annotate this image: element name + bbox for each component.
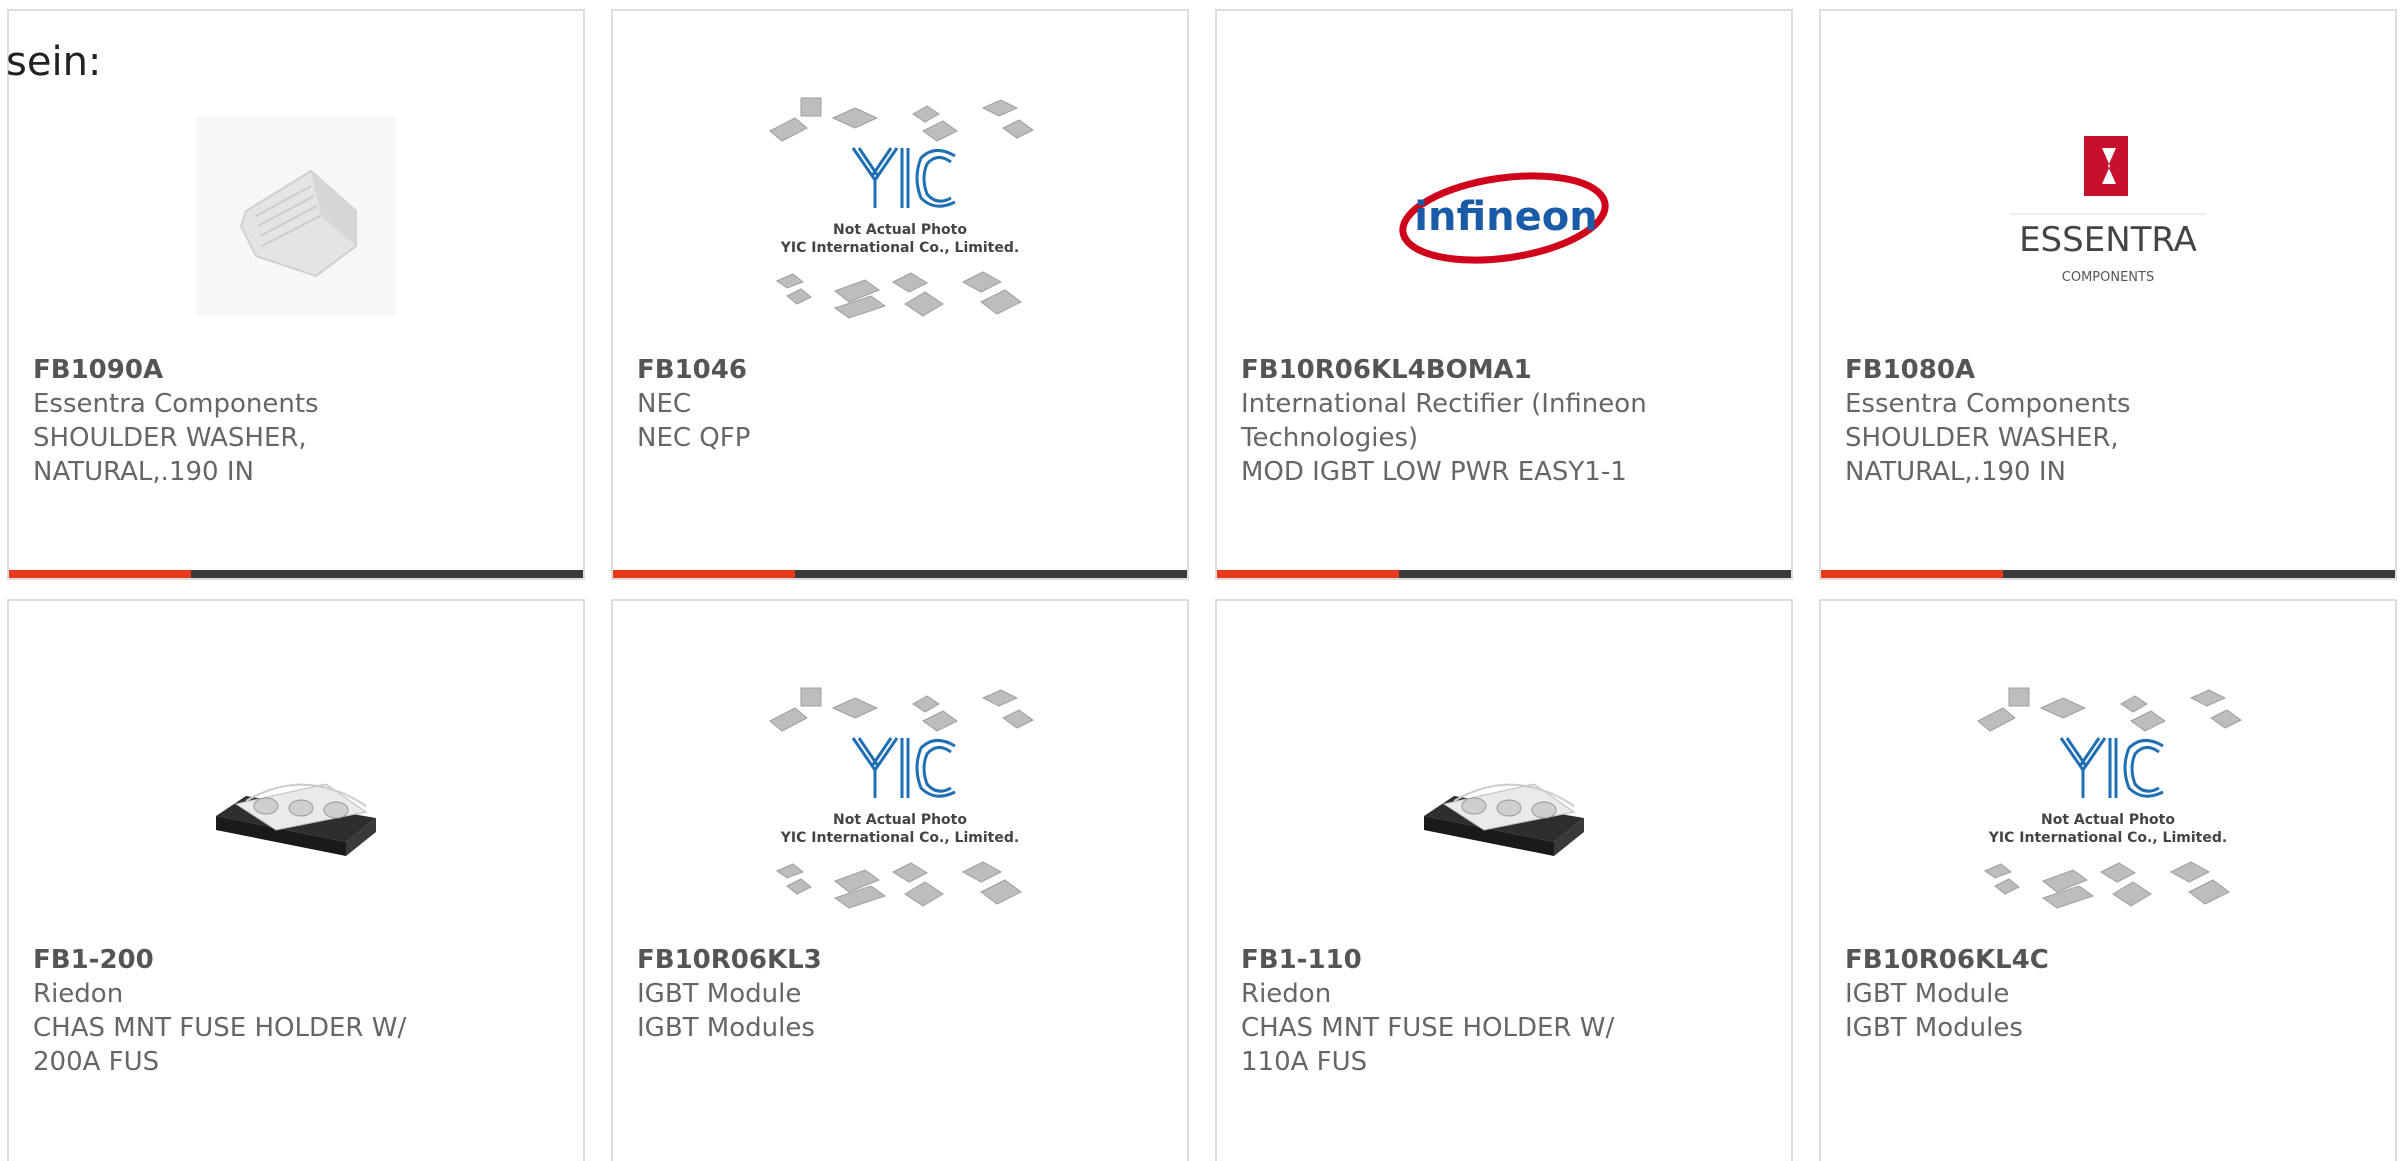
manufacturer: Riedon [33, 979, 124, 1009]
description-line-2: 200A FUS [33, 1047, 160, 1077]
fuse-holder-photo-icon [1424, 783, 1584, 856]
product-card-fb10r06kl3[interactable]: Not Actual Photo YIC International Co., … [611, 599, 1189, 1161]
product-image[interactable]: Not Actual Photo YIC International Co., … [1821, 671, 2395, 941]
washer-photo-icon [196, 116, 396, 316]
placeholder-text-1: Not Actual Photo [2041, 812, 2175, 828]
description-line-1: SHOULDER WASHER, [33, 423, 307, 453]
product-info: FB10R06KL4BOMA1 International Rectifier … [1241, 353, 1671, 489]
chip-placeholder-icon: Not Actual Photo YIC International Co., … [769, 687, 1034, 909]
product-card-fb10r06kl4c[interactable]: Not Actual Photo YIC International Co., … [1819, 599, 2397, 1161]
yic-placeholder-image: Not Actual Photo YIC International Co., … [1973, 686, 2243, 926]
placeholder-text-1: Not Actual Photo [833, 222, 967, 238]
card-accent-bar [1821, 570, 2003, 578]
part-number[interactable]: FB10R06KL3 [637, 943, 1067, 977]
product-info: FB1090A Essentra Components SHOULDER WAS… [33, 353, 463, 489]
manufacturer: IGBT Module [1845, 979, 2010, 1009]
part-number[interactable]: FB10R06KL4C [1845, 943, 2275, 977]
product-image[interactable]: infineon [1217, 81, 1791, 351]
essentra-logo-text: ESSENTRA [2019, 220, 2197, 260]
product-info: FB1-110 Riedon CHAS MNT FUSE HOLDER W/ 1… [1241, 943, 1671, 1079]
manufacturer: Essentra Components [1845, 389, 2131, 419]
placeholder-text-1: Not Actual Photo [833, 812, 967, 828]
product-info: FB10R06KL3 IGBT Module IGBT Modules [637, 943, 1067, 1045]
product-info: FB1046 NEC NEC QFP [637, 353, 1067, 455]
placeholder-text-2: YIC International Co., Limited. [1988, 830, 2227, 846]
description-line-1: NEC QFP [637, 423, 751, 453]
product-card-fb1-200[interactable]: FB1-200 Riedon CHAS MNT FUSE HOLDER W/ 2… [7, 599, 585, 1161]
product-card-fb1090a[interactable]: FB1090A Essentra Components SHOULDER WAS… [7, 9, 585, 580]
infineon-logo-icon: infineon [1399, 172, 1609, 264]
infineon-logo-text: infineon [1414, 194, 1597, 240]
product-card-fb1080a[interactable]: ESSENTRA COMPONENTS FB1080A Essentra Com… [1819, 9, 2397, 580]
card-bottom-bar [613, 570, 1187, 578]
yic-placeholder-image: Not Actual Photo YIC International Co., … [765, 96, 1035, 336]
part-number[interactable]: FB1-200 [33, 943, 463, 977]
product-card-fb1046[interactable]: Not Actual Photo YIC International Co., … [611, 9, 1189, 580]
manufacturer: IGBT Module [637, 979, 802, 1009]
manufacturer: NEC [637, 389, 692, 419]
product-info: FB1-200 Riedon CHAS MNT FUSE HOLDER W/ 2… [33, 943, 463, 1079]
card-accent-bar [9, 570, 191, 578]
card-accent-bar [613, 570, 795, 578]
product-listing-page: sein: FB1090A Essentra Components SHOULD… [0, 0, 2400, 1161]
description-line-1: SHOULDER WASHER, [1845, 423, 2119, 453]
chip-placeholder-icon: Not Actual Photo YIC International Co., … [1977, 687, 2242, 909]
chip-placeholder-icon: Not Actual Photo YIC International Co., … [769, 97, 1034, 319]
description-line-1: IGBT Modules [1845, 1013, 2023, 1043]
part-number[interactable]: FB1046 [637, 353, 1067, 387]
part-number[interactable]: FB1080A [1845, 353, 2275, 387]
part-number[interactable]: FB1090A [33, 353, 463, 387]
product-info: FB1080A Essentra Components SHOULDER WAS… [1845, 353, 2275, 489]
product-image[interactable]: ESSENTRA COMPONENTS [1821, 81, 2395, 351]
essentra-logo-subtext: COMPONENTS [2062, 270, 2154, 285]
product-grid: FB1090A Essentra Components SHOULDER WAS… [0, 0, 2400, 1161]
product-card-fb10r06kl4boma1[interactable]: infineon FB10R06KL4BOMA1 International R… [1215, 9, 1793, 580]
description-line-2: 110A FUS [1241, 1047, 1368, 1077]
manufacturer: Riedon [1241, 979, 1332, 1009]
essentra-logo-icon: ESSENTRA COMPONENTS [2010, 136, 2206, 285]
part-number[interactable]: FB1-110 [1241, 943, 1671, 977]
section-heading: sein: [6, 39, 102, 85]
product-image[interactable] [9, 81, 583, 351]
product-info: FB10R06KL4C IGBT Module IGBT Modules [1845, 943, 2275, 1045]
product-card-fb1-110[interactable]: FB1-110 Riedon CHAS MNT FUSE HOLDER W/ 1… [1215, 599, 1793, 1161]
manufacturer: Essentra Components [33, 389, 319, 419]
product-image[interactable]: Not Actual Photo YIC International Co., … [613, 81, 1187, 351]
description-line-1: CHAS MNT FUSE HOLDER W/ [1241, 1013, 1615, 1043]
manufacturer: International Rectifier (Infineon [1241, 389, 1647, 419]
description-line-2: NATURAL,.190 IN [1845, 457, 2066, 487]
fuse-holder-photo-icon [216, 783, 376, 856]
card-bottom-bar [1217, 570, 1791, 578]
description-line-1: CHAS MNT FUSE HOLDER W/ [33, 1013, 407, 1043]
placeholder-text-2: YIC International Co., Limited. [780, 830, 1019, 846]
card-accent-bar [1217, 570, 1399, 578]
product-image[interactable]: Not Actual Photo YIC International Co., … [613, 671, 1187, 941]
manufacturer-line-2: Technologies) [1241, 423, 1419, 453]
placeholder-text-2: YIC International Co., Limited. [780, 240, 1019, 256]
description-line-1: MOD IGBT LOW PWR EASY1-1 [1241, 457, 1627, 487]
product-image[interactable] [1217, 671, 1791, 941]
description-line-2: NATURAL,.190 IN [33, 457, 254, 487]
product-image[interactable] [9, 671, 583, 941]
card-bottom-bar [9, 570, 583, 578]
description-line-1: IGBT Modules [637, 1013, 815, 1043]
part-number[interactable]: FB10R06KL4BOMA1 [1241, 353, 1671, 387]
card-bottom-bar [1821, 570, 2395, 578]
yic-placeholder-image: Not Actual Photo YIC International Co., … [765, 686, 1035, 926]
